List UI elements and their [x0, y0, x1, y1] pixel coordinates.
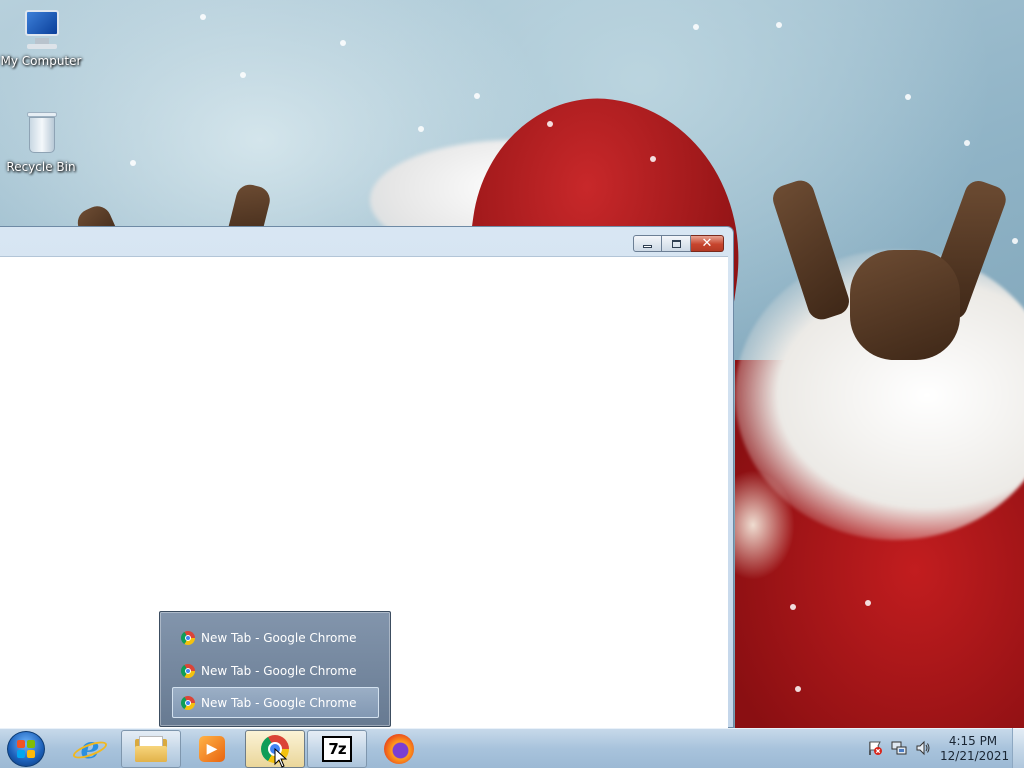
chrome-icon [181, 695, 195, 710]
snowflake [795, 686, 801, 692]
desktop-icon-recycle-bin[interactable]: Recycle Bin [0, 108, 82, 174]
snowflake [776, 22, 782, 28]
window-list-item[interactable]: New Tab - Google Chrome [172, 655, 379, 686]
window-titlebar[interactable]: ✕ [0, 227, 733, 257]
santa-glove [850, 250, 960, 360]
close-button[interactable]: ✕ [691, 235, 724, 252]
minimize-button[interactable] [633, 235, 662, 252]
snowflake [865, 600, 871, 606]
computer-icon [19, 8, 63, 52]
taskbar-item-firefox[interactable] [369, 730, 429, 768]
window-controls: ✕ [633, 235, 724, 252]
snowflake [340, 40, 346, 46]
desktop-icon-label: My Computer [0, 54, 82, 68]
snowflake [200, 14, 206, 20]
window-list-item[interactable]: New Tab - Google Chrome [172, 622, 379, 653]
window-list-item-label: New Tab - Google Chrome [201, 663, 357, 678]
show-desktop-button[interactable] [1012, 728, 1024, 768]
close-icon: ✕ [701, 236, 713, 251]
action-center-flag-icon[interactable] [867, 740, 883, 756]
snowflake [547, 121, 553, 127]
snowflake [418, 126, 424, 132]
chrome-icon [181, 630, 195, 645]
desktop-icon-label: Recycle Bin [6, 160, 76, 174]
snowflake [964, 140, 970, 146]
start-button[interactable] [7, 731, 45, 767]
firefox-icon [384, 734, 414, 764]
snowflake [474, 93, 480, 99]
snowflake [1012, 238, 1018, 244]
window-list-item-label: New Tab - Google Chrome [201, 695, 357, 710]
snowflake [693, 24, 699, 30]
santa-beard [735, 470, 795, 580]
taskbar-item-7zip[interactable]: 7z [307, 730, 367, 768]
7zip-icon: 7z [322, 736, 352, 762]
mouse-cursor-icon [274, 748, 288, 768]
taskbar-item-media-player[interactable]: ▶ [182, 730, 242, 768]
folder-icon [135, 736, 167, 762]
snowflake [650, 156, 656, 162]
taskbar-item-internet-explorer[interactable]: e [60, 730, 120, 768]
window-list-item-label: New Tab - Google Chrome [201, 630, 357, 645]
volume-icon[interactable] [915, 740, 931, 756]
media-player-icon: ▶ [199, 736, 225, 762]
snowflake [130, 160, 136, 166]
taskbar-window-list: New Tab - Google Chrome New Tab - Google… [159, 611, 391, 727]
maximize-button[interactable] [662, 235, 691, 252]
internet-explorer-icon: e [71, 734, 109, 764]
snowflake [790, 604, 796, 610]
windows-orb-icon [17, 740, 35, 758]
snowflake [240, 72, 246, 78]
network-icon[interactable] [891, 740, 907, 756]
maximize-icon [671, 239, 681, 248]
window-list-item-selected[interactable]: New Tab - Google Chrome [172, 687, 379, 718]
clock[interactable]: 4:15 PM 12/21/2021 [940, 734, 1010, 764]
minimize-icon [643, 244, 652, 248]
snowflake [905, 94, 911, 100]
taskbar-item-windows-explorer[interactable] [121, 730, 181, 768]
desktop-icon-my-computer[interactable]: My Computer [0, 8, 82, 68]
clock-time: 4:15 PM [948, 734, 998, 748]
clock-date: 12/21/2021 [940, 749, 1010, 763]
notification-area: 4:15 PM 12/21/2021 [864, 734, 1024, 764]
chrome-icon [181, 663, 195, 678]
recycle-bin-icon [19, 108, 63, 158]
